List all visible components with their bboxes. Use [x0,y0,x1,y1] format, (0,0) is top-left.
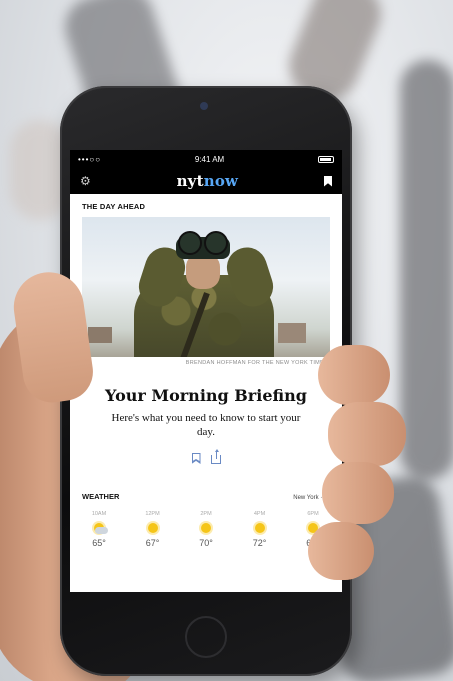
photo-binoculars [176,231,230,259]
home-button[interactable] [185,616,227,658]
background-blur-shape [400,60,453,480]
app-header: ⚙ nytnow [70,168,342,194]
battery-icon [318,155,334,163]
briefing-title[interactable]: Your Morning Briefing [70,386,342,405]
sun-icon [252,521,268,535]
bookmark-icon[interactable] [323,175,332,187]
article-actions [70,449,342,464]
weather-title: WEATHER [82,492,120,501]
forecast-time: 2PM [200,511,212,517]
forecast-item: 2PM 70° [191,511,221,548]
forecast-time: 4PM [253,511,266,517]
forecast-item: 10AM 65° [84,511,114,548]
weather-forecast: 10AM 65° 12PM 67° 2PM 70° 4PM 72° 6PM [70,511,342,548]
forecast-time: 10AM [91,511,107,517]
share-icon[interactable] [210,449,221,464]
gear-icon[interactable]: ⚙ [80,174,91,188]
section-label: THE DAY AHEAD [82,202,146,211]
hero-photo[interactable] [82,217,330,357]
sun-icon [145,521,161,535]
hand-finger [322,462,394,524]
phone-camera [200,102,208,110]
sun-icon [198,521,214,535]
forecast-temp: 70° [199,538,213,548]
forecast-temp: 72° [252,538,267,548]
phone-screen: •••○○ 9:41 AM ⚙ nytnow THE DAY AHEAD BRE… [70,150,342,592]
photo-house [278,323,306,343]
weather-header: WEATHER New York · F° [70,492,342,501]
photo-credit: BRENDAN HOFFMAN FOR THE NEW YORK TIMES [185,360,328,366]
signal-indicator: •••○○ [78,154,102,164]
briefing-subtitle: Here's what you need to know to start yo… [111,412,301,438]
hand-finger [318,345,390,405]
status-time: 9:41 AM [194,154,225,164]
hand-finger [328,402,406,466]
logo-suffix: now [203,172,239,190]
partly-cloudy-icon [91,521,108,535]
hand-finger [308,522,374,580]
save-bookmark-icon[interactable] [191,453,201,464]
forecast-item: 12PM 67° [138,511,168,548]
photo-house [88,327,112,343]
forecast-time: 6PM [307,511,319,517]
logo-prefix: nyt [176,172,204,190]
forecast-temp: 67° [145,538,160,548]
app-logo: nytnow [177,172,239,190]
forecast-item: 4PM 72° [245,511,275,548]
forecast-time: 12PM [145,511,160,517]
forecast-temp: 65° [92,538,106,548]
status-bar: •••○○ 9:41 AM [70,150,342,168]
phone: •••○○ 9:41 AM ⚙ nytnow THE DAY AHEAD BRE… [60,86,352,676]
